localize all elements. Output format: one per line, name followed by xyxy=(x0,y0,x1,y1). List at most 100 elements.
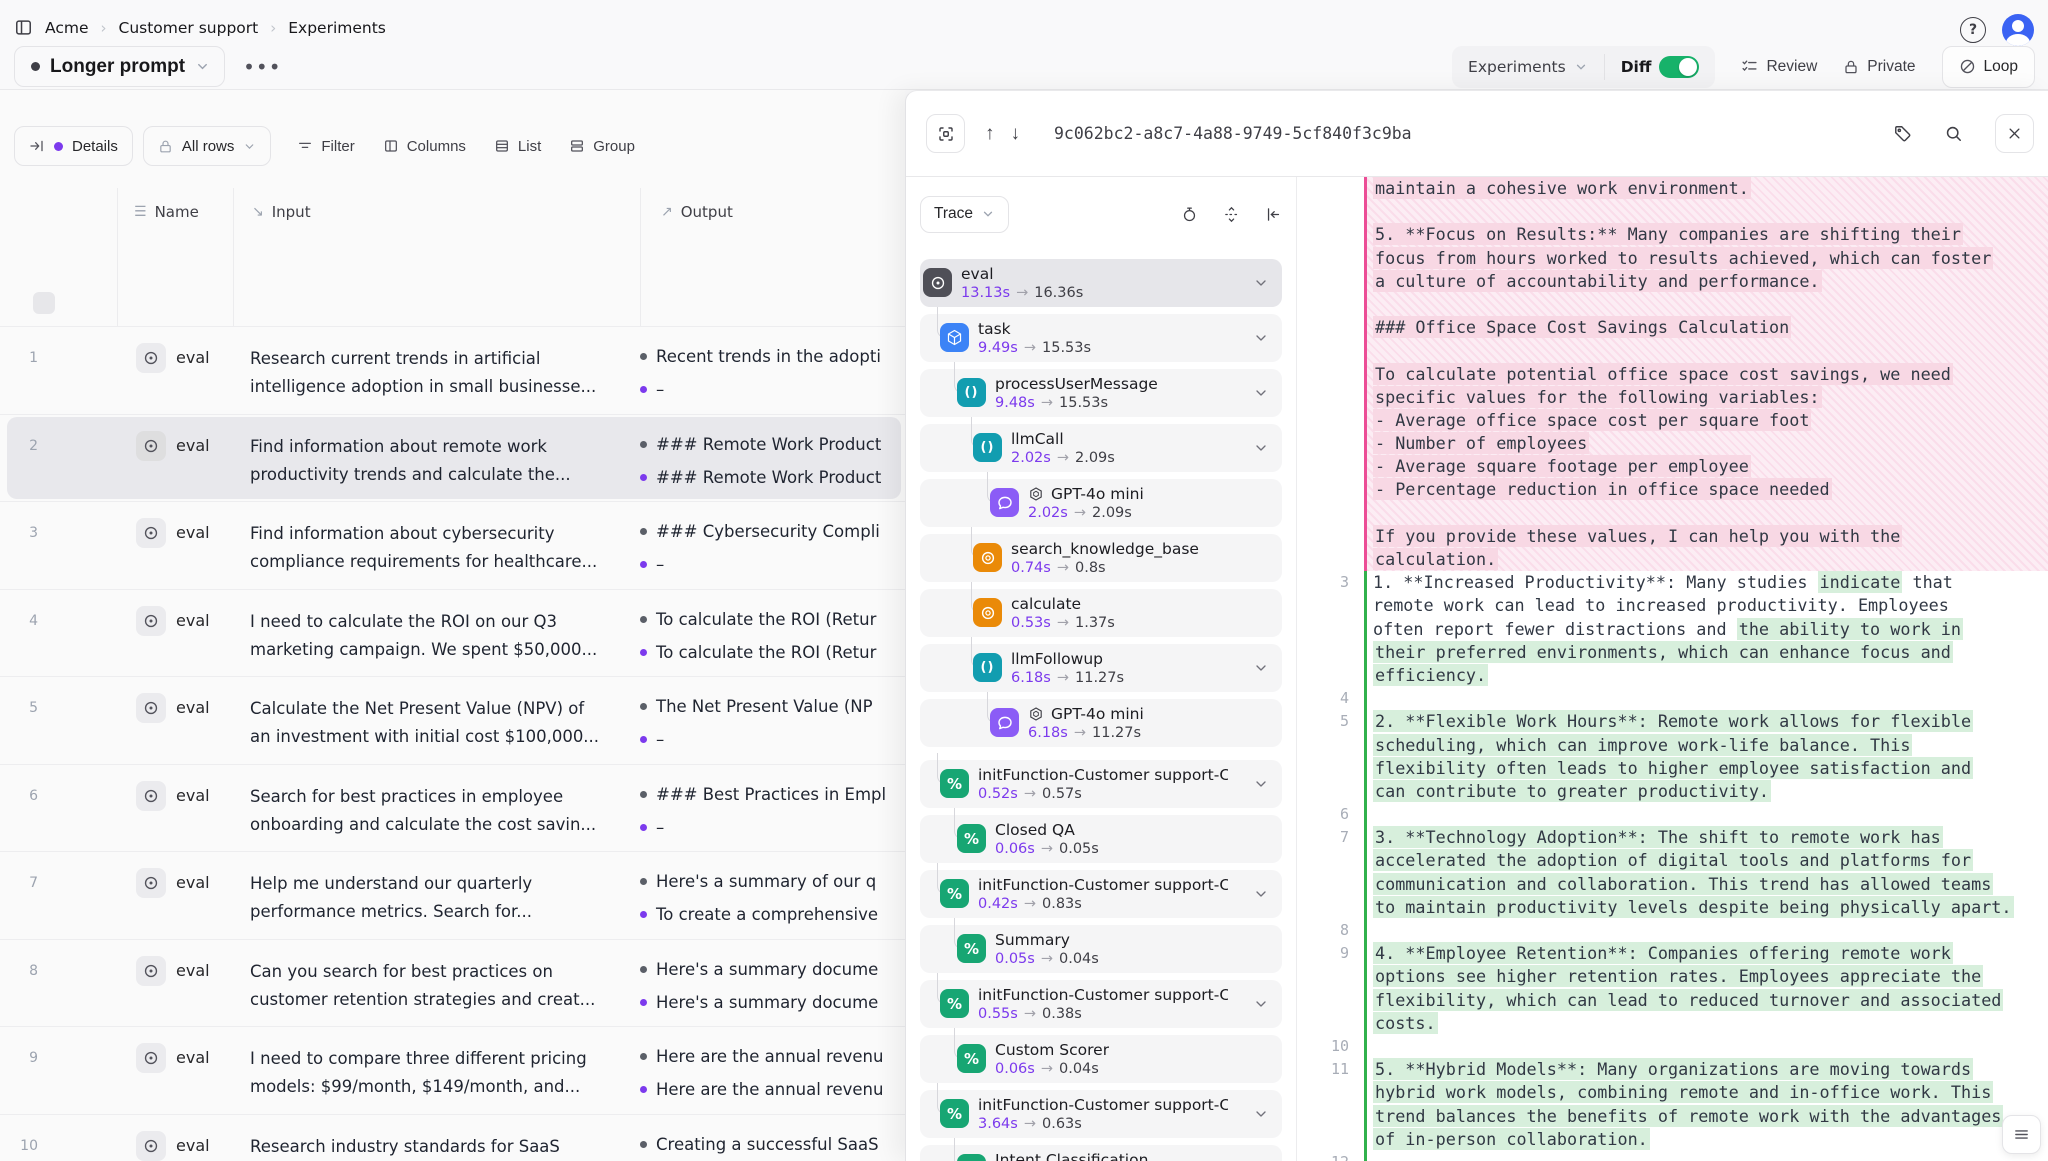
help-icon[interactable]: ? xyxy=(1960,17,1986,43)
trace-row[interactable]: %initFunction-Customer support-C...0.55s… xyxy=(920,980,1282,1028)
removed-text: - Number of employees xyxy=(1373,432,1589,454)
output-value: – xyxy=(640,730,664,749)
trace-row[interactable]: GPT-4o mini2.02s→2.09s xyxy=(920,479,1282,527)
columns-button[interactable]: Columns xyxy=(369,126,480,166)
expand-rows-icon[interactable] xyxy=(1223,206,1240,223)
row-name-cell: eval xyxy=(176,873,210,892)
diff-added-line: costs. xyxy=(1297,1012,2048,1035)
line-number: 8 xyxy=(1297,919,1349,942)
column-header-input[interactable]: ↘ Input xyxy=(252,203,311,221)
table-row[interactable]: 4evalI need to calculate the ROI on our … xyxy=(0,589,905,677)
trace-row[interactable]: %Intent Classification0.13s→0.03s xyxy=(920,1145,1282,1161)
trace-row-title: initFunction-Customer support-C... xyxy=(978,1095,1228,1115)
table-row[interactable]: 3evalFind information about cybersecurit… xyxy=(0,501,905,589)
trace-row[interactable]: ()llmFollowup6.18s→11.27s xyxy=(920,644,1282,692)
row-number: 3 xyxy=(14,525,38,541)
chevron-down-icon[interactable] xyxy=(1253,996,1269,1016)
row-number: 8 xyxy=(14,963,38,979)
chevron-down-icon[interactable] xyxy=(1253,330,1269,350)
trace-row[interactable]: %Closed QA0.06s→0.05s xyxy=(920,815,1282,863)
chevron-down-icon[interactable] xyxy=(1253,660,1269,680)
table-row[interactable]: 10evalResearch industry standards for Sa… xyxy=(0,1114,905,1161)
row-name-cell: eval xyxy=(176,1136,210,1155)
added-text: to maintain productivity levels despite … xyxy=(1373,896,2014,918)
chevron-down-icon[interactable] xyxy=(1253,440,1269,460)
private-label: Private xyxy=(1867,58,1915,76)
trace-panel-header: ↑ ↓ 9c062bc2-a8c7-4a88-9749-5cf840f3c9ba xyxy=(906,91,2048,177)
trace-row-title: Summary xyxy=(995,930,1099,950)
trace-row[interactable]: %Summary0.05s→0.04s xyxy=(920,925,1282,973)
group-button[interactable]: Group xyxy=(555,126,649,166)
trace-row-main: Summary0.05s→0.04s xyxy=(995,930,1099,969)
breadcrumb-org[interactable]: Acme xyxy=(45,19,89,37)
output-value: Here are the annual revenu xyxy=(640,1080,883,1099)
trace-row-main: task9.49s→15.53s xyxy=(978,319,1091,358)
experiment-selector-button[interactable]: Longer prompt xyxy=(14,46,225,87)
all-rows-dropdown[interactable]: All rows xyxy=(143,126,272,166)
trace-row[interactable]: %Custom Scorer0.06s→0.04s xyxy=(920,1035,1282,1083)
trace-row[interactable]: eval13.13s→16.36s xyxy=(920,259,1282,307)
details-button[interactable]: Details xyxy=(14,126,133,166)
chevron-down-icon[interactable] xyxy=(1253,275,1269,295)
search-icon[interactable] xyxy=(1944,124,1963,143)
chevron-down-icon[interactable] xyxy=(1253,886,1269,906)
loop-button[interactable]: Loop xyxy=(1942,46,2035,88)
trace-row[interactable]: calculate0.53s→1.37s xyxy=(920,589,1282,637)
collapse-panel-icon[interactable] xyxy=(1265,206,1282,223)
diff-toggle[interactable] xyxy=(1659,56,1699,78)
diff-removed-section: maintain a cohesive work environment.5. … xyxy=(1297,177,2048,571)
log-view-button[interactable] xyxy=(2002,1115,2041,1154)
output-value: ### Best Practices in Empl xyxy=(640,785,886,804)
chevron-down-icon[interactable] xyxy=(1253,1106,1269,1126)
breadcrumb-project[interactable]: Customer support xyxy=(119,19,259,37)
trace-row[interactable]: %initFunction-Customer support-C...0.52s… xyxy=(920,760,1282,808)
table-row[interactable]: 1evalResearch current trends in artifici… xyxy=(0,326,905,414)
chevron-down-icon[interactable] xyxy=(1253,385,1269,405)
output-value: Here's a summary of our q xyxy=(640,872,876,891)
column-header-name[interactable]: ☰ Name xyxy=(134,203,199,221)
table-row[interactable]: 9evalI need to compare three different p… xyxy=(0,1026,905,1114)
experiments-dropdown[interactable]: Experiments xyxy=(1452,46,1604,88)
output-value: Here are the annual revenu xyxy=(640,1047,883,1066)
trace-row[interactable]: ()llmCall2.02s→2.09s xyxy=(920,424,1282,472)
chevron-down-icon[interactable] xyxy=(1253,776,1269,796)
trace-row[interactable]: task9.49s→15.53s xyxy=(920,314,1282,362)
select-all-checkbox[interactable] xyxy=(33,292,55,314)
list-button[interactable]: List xyxy=(480,126,555,166)
breadcrumb-section[interactable]: Experiments xyxy=(288,19,386,37)
trace-row[interactable]: %initFunction-Customer support-C...3.64s… xyxy=(920,1090,1282,1138)
diff-added-line: flexibility often leads to higher employ… xyxy=(1297,757,2048,780)
trace-view-dropdown[interactable]: Trace xyxy=(920,196,1009,233)
diff-added-line: 94. **Employee Retention**: Companies of… xyxy=(1297,942,2048,965)
tag-icon[interactable] xyxy=(1893,124,1912,143)
previous-row-button[interactable]: ↑ xyxy=(985,123,995,145)
table-row[interactable]: 2evalFind information about remote workp… xyxy=(0,414,905,502)
trace-row[interactable]: GPT-4o mini6.18s→11.27s xyxy=(920,699,1282,747)
focus-scan-button[interactable] xyxy=(926,114,965,153)
llm-chat-icon xyxy=(990,488,1019,517)
review-button[interactable]: Review xyxy=(1741,58,1817,76)
table-row[interactable]: 6evalSearch for best practices in employ… xyxy=(0,764,905,852)
added-text: hybrid work models, combining remote and… xyxy=(1373,1081,1993,1103)
trace-row[interactable]: search_knowledge_base0.74s→0.8s xyxy=(920,534,1282,582)
output-value: ### Remote Work Product xyxy=(640,435,881,454)
trace-row[interactable]: %initFunction-Customer support-C...0.42s… xyxy=(920,870,1282,918)
row-input-cell: Find information about cybersecuritycomp… xyxy=(250,520,642,576)
private-button[interactable]: Private xyxy=(1843,58,1915,76)
diff-added-line: trend balances the benefits of remote wo… xyxy=(1297,1105,2048,1128)
avatar[interactable] xyxy=(2002,14,2034,46)
column-header-output[interactable]: ↗ Output xyxy=(661,203,733,221)
next-row-button[interactable]: ↓ xyxy=(1011,123,1021,145)
eval-type-icon xyxy=(136,781,166,811)
table-row[interactable]: 7evalHelp me understand our quarterlyper… xyxy=(0,851,905,939)
table-row[interactable]: 8evalCan you search for best practices o… xyxy=(0,939,905,1027)
sidebar-toggle-icon[interactable] xyxy=(14,18,33,37)
diff-removed-line xyxy=(1297,200,2048,223)
timer-icon[interactable] xyxy=(1181,206,1198,223)
trace-row[interactable]: ()processUserMessage9.48s→15.53s xyxy=(920,369,1282,417)
more-options-button[interactable]: ••• xyxy=(243,55,281,79)
filter-button[interactable]: Filter xyxy=(283,126,368,166)
table-row[interactable]: 5evalCalculate the Net Present Value (NP… xyxy=(0,676,905,764)
gray-bullet-icon xyxy=(640,441,647,448)
close-panel-button[interactable] xyxy=(1995,114,2034,153)
